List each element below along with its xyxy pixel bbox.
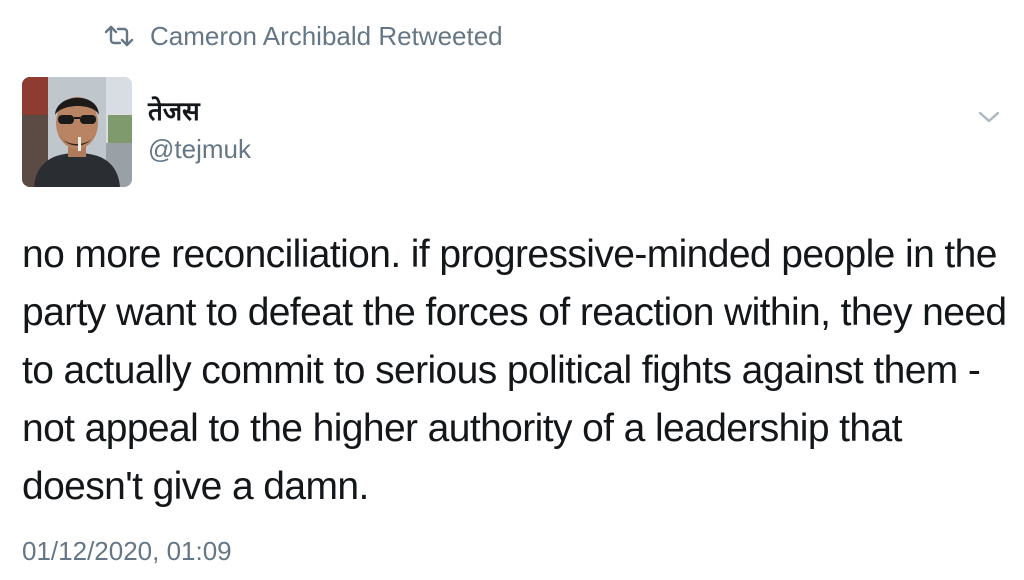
avatar[interactable] <box>22 77 132 187</box>
tweet-timestamp[interactable]: 01/12/2020, 01:09 <box>22 536 232 567</box>
retweet-context[interactable]: Cameron Archibald Retweeted <box>104 18 503 54</box>
author-handle[interactable]: @tejmuk <box>148 134 251 165</box>
chevron-down-icon[interactable] <box>976 106 1002 128</box>
retweet-label: Cameron Archibald Retweeted <box>150 20 503 51</box>
retweet-icon <box>104 25 134 47</box>
author-name[interactable]: तेजस <box>148 92 200 128</box>
tweet-text: no more reconciliation. if progressive-m… <box>22 233 1007 508</box>
